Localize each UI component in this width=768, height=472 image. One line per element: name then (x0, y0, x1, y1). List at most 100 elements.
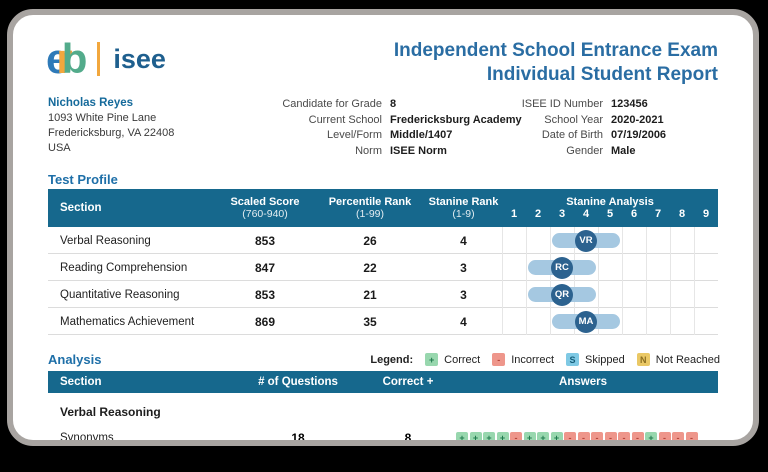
legend-caption: Legend: (370, 354, 413, 366)
column-header-percentile-rank: Percentile Rank (1-99) (315, 196, 425, 220)
stanine-grid-cell (622, 227, 646, 254)
field-label: Gender (493, 144, 603, 159)
stanine-grid-cell (670, 308, 694, 335)
logo-divider (97, 42, 100, 76)
stanine-grid-cell (502, 227, 526, 254)
correct-count: 8 (368, 431, 448, 445)
stanine-grid-cell (670, 281, 694, 308)
stanine-number: 5 (598, 208, 622, 220)
field-label: Date of Birth (493, 128, 603, 143)
answer-cell: + (551, 432, 563, 444)
legend-label: Incorrect (511, 354, 554, 366)
stanine-value: 3 (425, 288, 502, 302)
section-name: Verbal Reasoning (48, 235, 215, 247)
questions-count: 18 (228, 431, 368, 445)
subsection-name: Synonyms (48, 432, 228, 444)
report-title-line1: Independent School Entrance Exam (394, 39, 718, 63)
test-profile-table: Section Scaled Score (760-940) Percentil… (48, 189, 718, 335)
stanine-grid-cell (622, 281, 646, 308)
legend-label: Correct (444, 354, 480, 366)
field-value: 07/19/2006 (611, 128, 666, 143)
stanine-marker: MA (575, 311, 597, 333)
stanine-scale-numbers: 123456789 (502, 208, 718, 220)
field-label: Level/Form (242, 128, 382, 143)
report-window: erb isee Independent School Entrance Exa… (7, 9, 759, 446)
report-title: Independent School Entrance Exam Individ… (394, 39, 718, 87)
table-row: Reading Comprehension 847 22 3 RC (48, 254, 718, 281)
answer-cell: + (537, 432, 549, 444)
stanine-grid-cell (526, 227, 550, 254)
answers-cells: ++++-+++------+--- (448, 432, 718, 444)
stanine-marker: QR (551, 284, 573, 306)
answer-cell: + (524, 432, 536, 444)
column-header-scaled-score: Scaled Score (760-940) (215, 196, 315, 220)
stanine-marker: VR (575, 230, 597, 252)
scaled-score-value: 847 (215, 261, 315, 275)
stanine-grid-cell (646, 308, 670, 335)
erb-logo-icon: erb (46, 37, 83, 81)
candidate-info-block: Candidate for Grade8 Current SchoolFrede… (242, 97, 522, 158)
isee-wordmark: isee (113, 44, 166, 75)
legend-label: Skipped (585, 354, 625, 366)
report-page: erb isee Independent School Entrance Exa… (13, 15, 753, 440)
skipped-swatch-icon: S (566, 353, 579, 366)
stanine-value: 4 (425, 234, 502, 248)
section-name: Mathematics Achievement (48, 316, 215, 328)
test-profile-heading: Test Profile (48, 172, 118, 187)
field-label: ISEE ID Number (493, 97, 603, 112)
stanine-grid-cell (646, 281, 670, 308)
stanine-grid-cell (694, 308, 718, 335)
stanine-number: 4 (574, 208, 598, 220)
incorrect-swatch-icon: - (492, 353, 505, 366)
answer-cell: - (591, 432, 603, 444)
column-header-section: Section (48, 202, 215, 214)
stanine-band-chart: MA (502, 308, 718, 335)
stanine-band-chart: QR (502, 281, 718, 308)
table-row: Synonyms 18 8 ++++-+++------+--- (48, 425, 718, 446)
stanine-number: 9 (694, 208, 718, 220)
scaled-score-value: 869 (215, 315, 315, 329)
stanine-grid-cell (598, 281, 622, 308)
table-row: Quantitative Reasoning 853 21 3 QR (48, 281, 718, 308)
analysis-heading: Analysis (48, 352, 101, 367)
legend-item-incorrect: - Incorrect (492, 353, 554, 366)
answer-cell: - (672, 432, 684, 444)
field-value: Male (611, 144, 666, 159)
legend-item-not-reached: N Not Reached (637, 353, 720, 366)
stanine-band-chart: VR (502, 227, 718, 254)
stanine-band-chart: RC (502, 254, 718, 281)
stanine-number: 6 (622, 208, 646, 220)
column-header-stanine-rank: Stanine Rank (1-9) (425, 196, 502, 220)
percentile-value: 26 (315, 234, 425, 248)
section-name: Quantitative Reasoning (48, 289, 215, 301)
answer-legend: Legend: + Correct - Incorrect S Skipped … (370, 353, 720, 366)
answer-cell: - (578, 432, 590, 444)
field-label: Candidate for Grade (242, 97, 382, 112)
erb-isee-logo: erb isee (46, 37, 166, 81)
percentile-value: 21 (315, 288, 425, 302)
legend-item-skipped: S Skipped (566, 353, 625, 366)
analysis-table: Section # of Questions Correct + Answers… (48, 371, 718, 446)
stanine-number: 2 (526, 208, 550, 220)
test-profile-table-header: Section Scaled Score (760-940) Percentil… (48, 189, 718, 227)
report-title-line2: Individual Student Report (394, 63, 718, 87)
stanine-grid-cell (670, 254, 694, 281)
analysis-group-title: Verbal Reasoning (48, 393, 718, 425)
analysis-table-header: Section # of Questions Correct + Answers (48, 371, 718, 393)
column-header-correct: Correct + (368, 376, 448, 388)
column-header-answers: Answers (448, 376, 718, 388)
stanine-number: 1 (502, 208, 526, 220)
stanine-grid-cell (502, 281, 526, 308)
scaled-score-value: 853 (215, 288, 315, 302)
field-value: 2020-2021 (611, 113, 666, 128)
student-address-line: 1093 White Pine Lane (48, 111, 174, 126)
column-header-section: Section (48, 376, 228, 388)
stanine-grid-cell (646, 227, 670, 254)
stanine-grid-cell (646, 254, 670, 281)
stanine-grid-cell (622, 254, 646, 281)
field-value: 123456 (611, 97, 666, 112)
answer-cell: + (456, 432, 468, 444)
answer-cell: + (470, 432, 482, 444)
not-reached-swatch-icon: N (637, 353, 650, 366)
field-label: School Year (493, 113, 603, 128)
